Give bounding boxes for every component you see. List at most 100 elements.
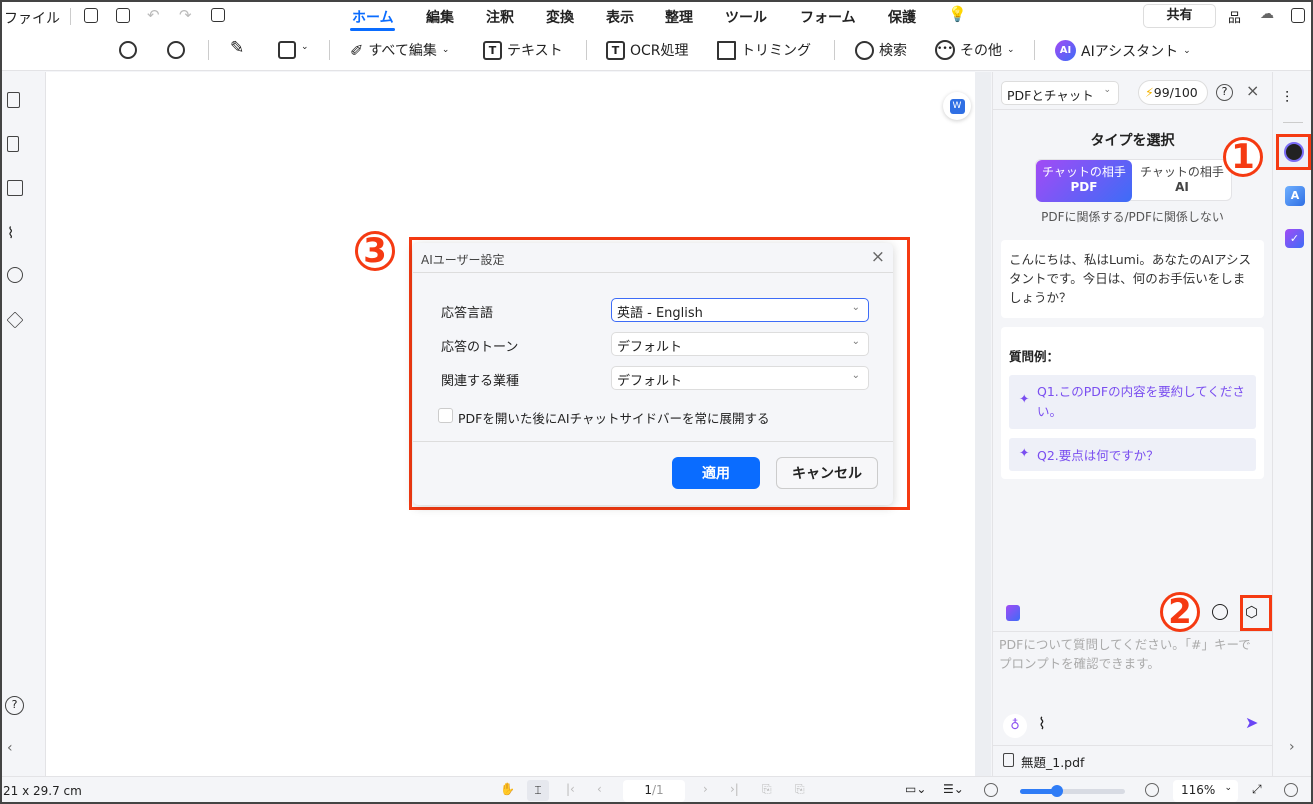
cloud-upload-icon[interactable]: ☁ <box>1260 6 1274 22</box>
cancel-button[interactable]: キャンセル <box>776 457 878 489</box>
chat-mode-select[interactable]: PDFとチャット ⌄ <box>1001 81 1119 105</box>
attachment-icon[interactable]: ⌇ <box>7 224 23 242</box>
share-button[interactable]: 共有 <box>1143 4 1216 28</box>
lightbulb-icon[interactable]: ♁ <box>1003 714 1027 738</box>
fit-width-icon[interactable]: ▭⌄ <box>905 782 926 796</box>
task-check-icon[interactable]: ✓ <box>1285 229 1304 248</box>
highlight-box-2 <box>1240 595 1272 631</box>
close-icon[interactable]: × <box>1246 81 1259 100</box>
tab-annotate[interactable]: 注釈 <box>486 7 514 27</box>
active-tab-indicator <box>350 28 395 31</box>
chat-with-ai-option[interactable]: チャットの相手 AI <box>1132 160 1232 202</box>
chevron-down-icon: ⌄ <box>851 370 860 381</box>
example-question-1[interactable]: ✦ Q1.このPDFの内容を要約してください。 <box>1009 375 1256 429</box>
apply-button[interactable]: 適用 <box>672 457 760 489</box>
collapse-left-icon[interactable]: ‹ <box>7 740 23 756</box>
rotate-right-icon[interactable]: ⎘ <box>795 782 805 797</box>
edit-all-button[interactable]: ✐ すべて編集 ⌄ <box>350 40 449 60</box>
tab-protect[interactable]: 保護 <box>888 7 916 27</box>
chat-input[interactable]: PDFについて質問してください。「#」キーでプロンプトを確認できます。 <box>999 635 1261 675</box>
prev-page-icon[interactable]: ‹ <box>597 782 602 796</box>
fullscreen-icon[interactable]: ⤢ <box>1252 782 1262 797</box>
history-icon[interactable] <box>1212 604 1228 620</box>
next-page-icon[interactable]: › <box>703 782 708 796</box>
close-icon[interactable]: × <box>871 247 885 267</box>
ocr-button[interactable]: T OCR処理 <box>606 40 689 60</box>
chevron-down-icon: ⌄ <box>851 302 860 313</box>
tab-organize[interactable]: 整理 <box>665 7 693 27</box>
chat-with-pdf-option[interactable]: チャットの相手 PDF <box>1036 160 1132 202</box>
select-tool-icon[interactable]: ⌶ <box>527 780 549 801</box>
first-page-icon[interactable]: |‹ <box>566 782 575 796</box>
left-sidebar: ⌇ ? ‹ <box>0 72 46 776</box>
convert-to-word-icon[interactable]: W <box>943 92 971 120</box>
page-layout-icon[interactable]: ☰⌄ <box>943 782 964 796</box>
lightbulb-icon[interactable]: 💡 <box>948 5 967 23</box>
layers-icon[interactable] <box>6 311 24 329</box>
annotation-number-2: 2 <box>1160 592 1200 632</box>
rotate-left-icon[interactable]: ⎘ <box>762 782 772 797</box>
crop-button[interactable]: トリミング <box>717 40 811 60</box>
hierarchy-icon[interactable]: 品 <box>1228 7 1241 26</box>
response-language-select[interactable]: 英語 - English ⌄ <box>611 298 869 322</box>
save-icon[interactable] <box>84 8 98 23</box>
ai-assistant-button[interactable]: AI AIアシスタント ⌄ <box>1055 40 1191 61</box>
print-icon[interactable] <box>116 8 130 23</box>
tab-home[interactable]: ホーム <box>352 7 394 27</box>
example-question-2[interactable]: ✦ Q2.要点は何ですか？ <box>1009 438 1256 471</box>
last-page-icon[interactable]: ›| <box>730 782 739 796</box>
divider <box>413 272 893 273</box>
credits-badge[interactable]: ⚡99/100 <box>1138 80 1208 105</box>
help-icon[interactable]: ? <box>5 696 24 715</box>
zoom-level-select[interactable]: 116% ⌄ <box>1173 780 1238 802</box>
prompt-library-icon[interactable] <box>1006 605 1020 621</box>
bookmark-icon[interactable] <box>7 136 19 152</box>
shape-rectangle-icon[interactable] <box>278 41 296 59</box>
attach-icon[interactable]: ⌇ <box>1038 714 1046 733</box>
expand-panel-icon[interactable]: › <box>1289 739 1295 755</box>
industry-select[interactable]: デフォルト ⌄ <box>611 366 869 390</box>
send-icon[interactable]: ➤ <box>1245 713 1258 732</box>
collapse-icon[interactable] <box>1291 8 1305 23</box>
response-language-label: 応答言語 <box>441 306 494 321</box>
tab-convert[interactable]: 変換 <box>546 7 574 27</box>
translate-icon[interactable]: A <box>1285 186 1305 206</box>
sparkle-icon: ✦ <box>1019 445 1030 460</box>
tab-tools[interactable]: ツール <box>725 7 767 27</box>
help-icon[interactable]: ? <box>1216 84 1233 101</box>
tab-forms[interactable]: フォーム <box>800 7 856 27</box>
zoom-in-icon[interactable] <box>167 41 185 59</box>
sliders-icon[interactable]: ⫶ <box>1285 88 1289 108</box>
vertical-scrollbar[interactable] <box>975 72 991 776</box>
undo-icon[interactable]: ↶ <box>147 6 160 24</box>
highlighter-icon[interactable]: ✎ <box>230 38 244 58</box>
mail-icon[interactable] <box>211 8 225 22</box>
zoom-slider-handle[interactable] <box>1050 785 1063 797</box>
tab-view[interactable]: 表示 <box>606 7 634 27</box>
page-thumbnails-icon[interactable] <box>7 92 20 108</box>
tab-edit[interactable]: 編集 <box>426 7 454 27</box>
chevron-down-icon[interactable]: ⌄ <box>301 42 309 52</box>
ai-user-settings-dialog: AIユーザー設定 × 応答言語 英語 - English ⌄ 応答のトーン デフォ… <box>413 243 893 505</box>
hand-tool-icon[interactable]: ✋ <box>500 782 515 796</box>
text-button[interactable]: T テキスト <box>483 40 563 60</box>
annotation-number-3: 3 <box>355 231 395 271</box>
zoom-out-icon[interactable] <box>119 41 137 59</box>
zoom-slider[interactable] <box>1020 785 1125 797</box>
zoom-out-icon[interactable] <box>984 783 998 797</box>
search-button[interactable]: 検索 <box>855 40 907 60</box>
examples-title: 質問例： <box>1009 349 1060 364</box>
expand-sidebar-checkbox[interactable] <box>438 408 453 423</box>
ocr-icon: T <box>606 40 625 60</box>
scroll-down-icon[interactable] <box>1284 783 1298 797</box>
ai-robot-icon[interactable] <box>1284 142 1304 162</box>
comment-icon[interactable] <box>7 180 23 196</box>
response-tone-select[interactable]: デフォルト ⌄ <box>611 332 869 356</box>
more-button[interactable]: ••• その他 ⌄ <box>935 40 1015 60</box>
zoom-in-icon[interactable] <box>1145 783 1159 797</box>
redo-icon[interactable]: ↷ <box>179 6 192 24</box>
search-icon[interactable] <box>7 267 23 283</box>
file-menu[interactable]: ファイル <box>4 8 60 28</box>
page-number-input[interactable]: 1/1 <box>623 780 685 802</box>
divider <box>834 40 835 60</box>
